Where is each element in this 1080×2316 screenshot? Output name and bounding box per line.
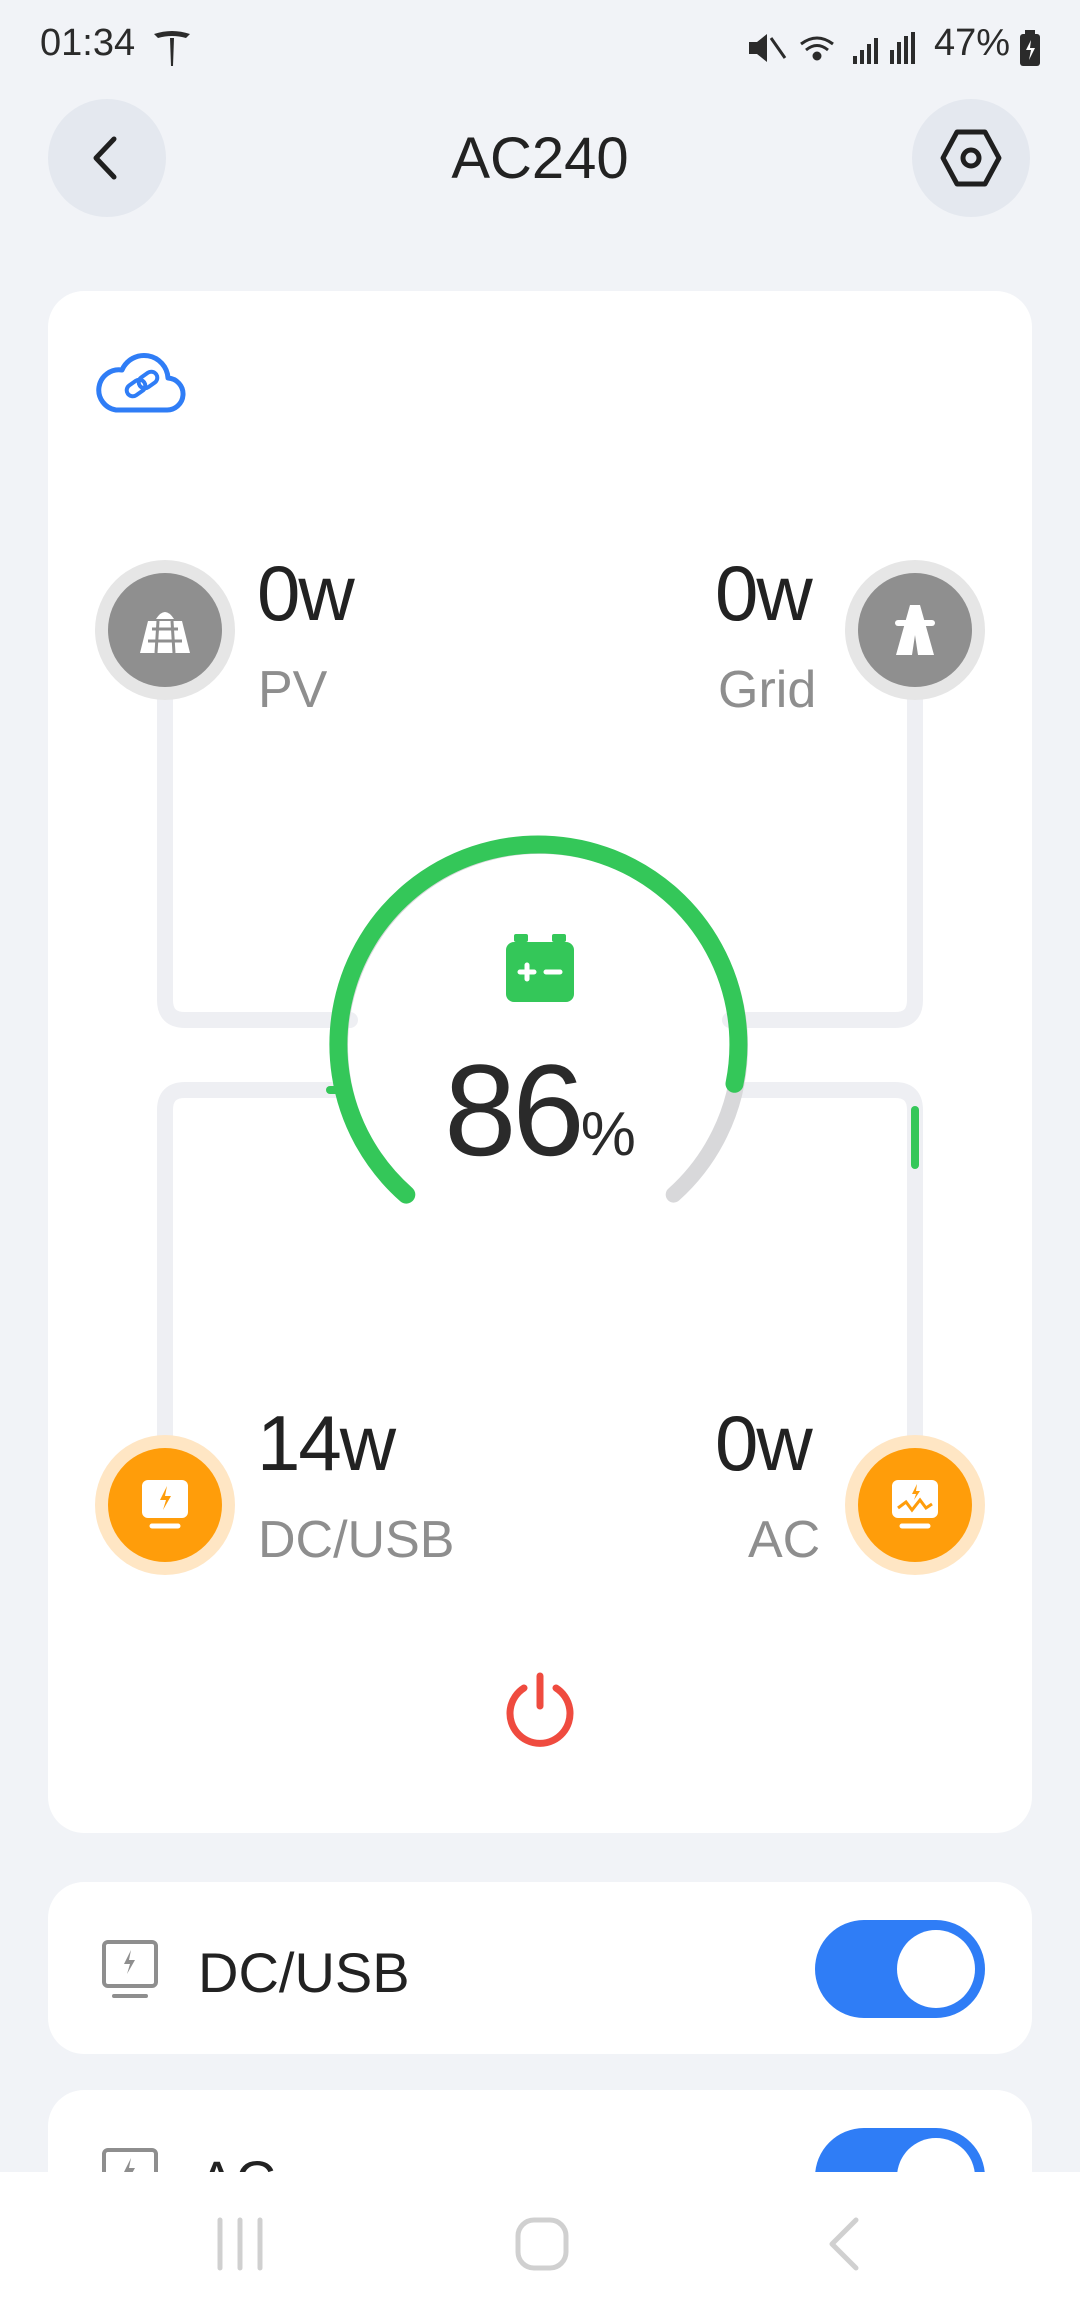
grid-label: Grid bbox=[718, 661, 817, 719]
dc-usb-output-label: DC/USB bbox=[198, 1941, 410, 2004]
navigation-bar bbox=[0, 2172, 1080, 2316]
battery-soc: 86% bbox=[0, 1035, 1080, 1185]
grid-node[interactable] bbox=[845, 560, 985, 700]
pv-label: PV bbox=[258, 661, 328, 719]
battery-soc-unit: % bbox=[580, 1100, 636, 1169]
power-button[interactable] bbox=[500, 1670, 580, 1750]
grid-power-value: 0w bbox=[715, 549, 813, 637]
dc-usb-node[interactable] bbox=[95, 1435, 235, 1575]
home-icon[interactable] bbox=[512, 2214, 572, 2274]
battery-icon bbox=[506, 934, 574, 1002]
solar-panel-icon bbox=[140, 612, 190, 654]
dc-output-icon bbox=[142, 1480, 188, 1529]
toggle-knob bbox=[897, 1930, 975, 2008]
ac-power-value: 0w bbox=[715, 1399, 813, 1487]
pv-connector bbox=[157, 682, 358, 1028]
power-tower-icon bbox=[895, 605, 935, 655]
battery-soc-number: 86 bbox=[444, 1037, 585, 1183]
dc-usb-toggle[interactable] bbox=[815, 1920, 985, 2018]
dc-usb-power-value: 14w bbox=[257, 1399, 396, 1487]
pv-node[interactable] bbox=[95, 560, 235, 700]
ac-node[interactable] bbox=[845, 1435, 985, 1575]
ac-label: AC bbox=[748, 1511, 821, 1569]
dc-usb-label: DC/USB bbox=[258, 1511, 455, 1569]
ac-output-icon bbox=[892, 1480, 938, 1529]
back-nav-icon[interactable] bbox=[820, 2214, 870, 2274]
pv-power-value: 0w bbox=[257, 549, 355, 637]
grid-connector bbox=[722, 682, 923, 1028]
dc-output-icon bbox=[102, 1940, 158, 1998]
recent-apps-icon[interactable] bbox=[212, 2214, 268, 2274]
